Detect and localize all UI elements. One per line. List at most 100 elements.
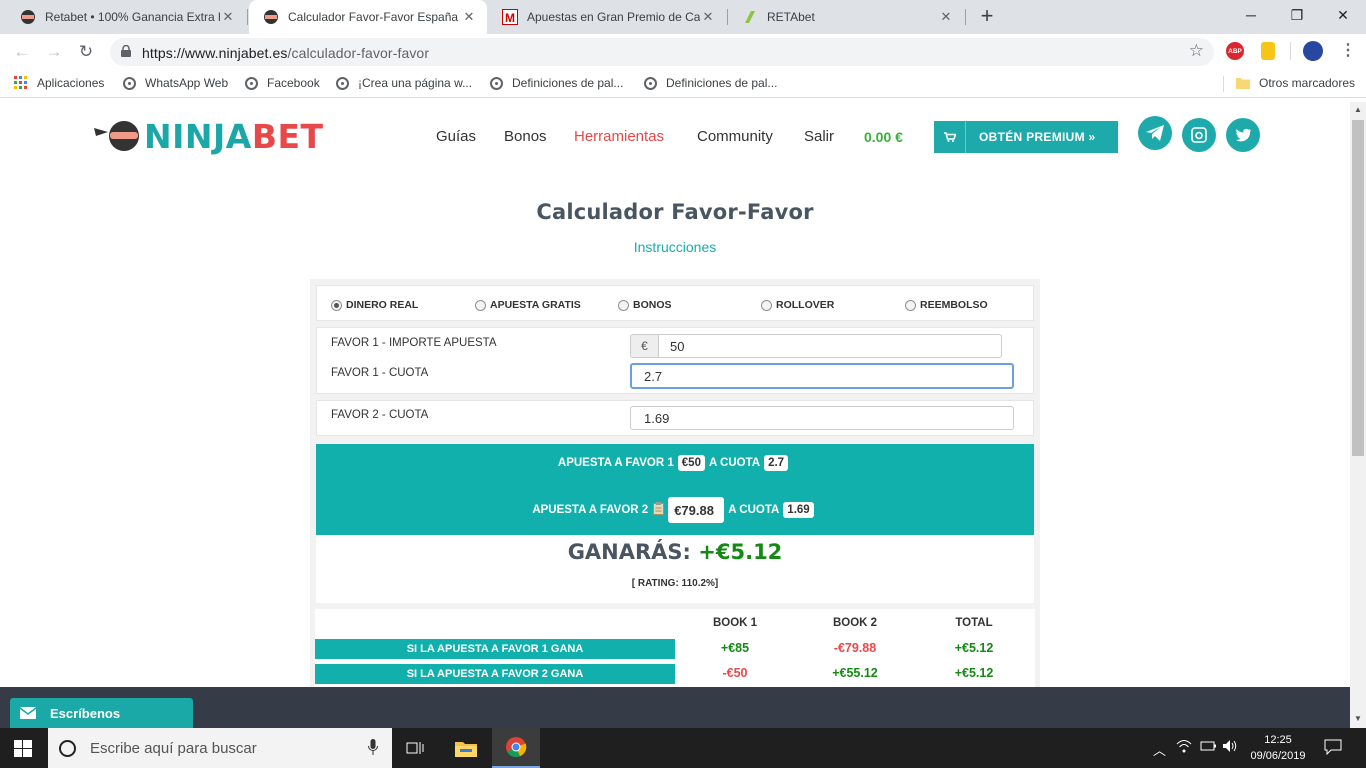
bookmark-label: ¡Crea una página w... (358, 76, 473, 90)
scroll-down-icon[interactable]: ▼ (1353, 714, 1363, 724)
twitter-icon[interactable] (1226, 118, 1260, 152)
scroll-thumb[interactable] (1352, 120, 1364, 456)
windows-start-icon[interactable] (14, 740, 32, 757)
ninjabet-favicon-icon (263, 9, 279, 25)
mode-reembolso[interactable]: REEMBOLSO (905, 299, 988, 311)
microphone-icon[interactable] (368, 738, 378, 758)
nav-guias[interactable]: Guías (436, 128, 476, 145)
radio-icon (331, 299, 342, 311)
bookmarks-divider (1223, 76, 1224, 92)
favor1-odds-label: FAVOR 1 - CUOTA (331, 367, 429, 379)
bookmark-definiciones-1[interactable]: Definiciones de pal... (489, 76, 623, 90)
favor2-odds-input[interactable]: 1.69 (630, 406, 1014, 430)
minimize-window-button[interactable]: ─ (1228, 0, 1274, 30)
nav-bonos[interactable]: Bonos (504, 128, 547, 145)
bet2-odds: 1.69 (783, 502, 814, 518)
url-path: /calculador-favor-favor (287, 45, 430, 61)
taskbar-search-box[interactable]: Escribe aquí para buscar (48, 728, 392, 768)
bet2-line: APUESTA A FAVOR 2 €79.88 A CUOTA 1.69 (316, 497, 1034, 523)
bookmark-label: Definiciones de pal... (666, 76, 778, 90)
mode-dinero-real[interactable]: DINERO REAL (331, 299, 418, 311)
results-table: BOOK 1 BOOK 2 TOTAL SI LA APUESTA A FAVO… (315, 609, 1035, 687)
reload-icon[interactable]: ↻ (76, 42, 96, 62)
clipboard-icon[interactable] (653, 502, 665, 518)
table-cell-total: +€5.12 (954, 666, 994, 680)
show-hidden-icons-icon[interactable]: ︿ (1153, 740, 1166, 759)
bookmark-star-icon[interactable]: ☆ (1189, 41, 1204, 61)
close-window-button[interactable]: ✕ (1320, 0, 1366, 30)
nav-herramientas[interactable]: Herramientas (574, 128, 664, 145)
premium-button[interactable]: OBTÉN PREMIUM » (934, 121, 1118, 153)
bookmark-otros-marcadores[interactable]: Otros marcadores (1236, 76, 1355, 90)
profile-avatar[interactable] (1303, 41, 1323, 61)
nav-community[interactable]: Community (697, 128, 773, 145)
bet2-stake[interactable]: €79.88 (668, 497, 725, 523)
file-explorer-icon[interactable] (442, 728, 490, 768)
bookmark-whatsapp[interactable]: WhatsApp Web (122, 76, 228, 90)
instructions-link[interactable]: Instrucciones (0, 239, 1350, 255)
bookmark-definiciones-2[interactable]: Definiciones de pal... (643, 76, 777, 90)
windows-taskbar: Escribe aquí para buscar ︿ 12:25 09/06/2… (0, 728, 1366, 768)
extension-icon[interactable] (1261, 42, 1275, 60)
favor1-amount-label: FAVOR 1 - IMPORTE APUESTA (331, 337, 497, 349)
mode-apuesta-gratis[interactable]: APUESTA GRATIS (475, 299, 581, 311)
notifications-icon[interactable] (1324, 739, 1342, 758)
mode-rollover[interactable]: ROLLOVER (761, 299, 834, 311)
task-view-icon[interactable] (392, 728, 440, 768)
toolbar-divider (1290, 42, 1291, 60)
account-balance: 0.00 € (864, 129, 903, 145)
bookmark-label: Definiciones de pal... (512, 76, 624, 90)
new-tab-button[interactable]: + (976, 4, 998, 30)
favor1-amount-input[interactable]: 50 (658, 334, 1002, 358)
bookmark-facebook[interactable]: Facebook (244, 76, 320, 90)
mode-label: APUESTA GRATIS (490, 299, 581, 311)
bookmarks-bar: Aplicaciones WhatsApp Web Facebook ¡Crea… (0, 70, 1366, 98)
svg-text:M: M (505, 11, 515, 25)
bet2-mid: A CUOTA (728, 504, 780, 516)
premium-label: OBTÉN PREMIUM » (979, 130, 1096, 144)
profit-value: +€5.12 (698, 540, 783, 564)
close-tab-icon[interactable]: ✕ (461, 9, 477, 25)
chrome-menu-icon[interactable]: ⋮ (1340, 40, 1356, 60)
tab-apuestas-gran-premio[interactable]: M Apuestas en Gran Premio de Can ✕ (488, 0, 726, 34)
mode-bonos[interactable]: BONOS (618, 299, 672, 311)
bookmark-crea-pagina[interactable]: ¡Crea una página w... (335, 76, 472, 90)
forward-arrow-icon[interactable]: → (44, 42, 64, 62)
header-book2: BOOK 2 (832, 617, 878, 629)
clock-time: 12:25 (1264, 734, 1292, 746)
battery-icon[interactable] (1199, 739, 1217, 756)
favor1-panel: FAVOR 1 - IMPORTE APUESTA € 50 FAVOR 1 -… (316, 327, 1034, 394)
favor1-odds-input[interactable]: 2.7 (630, 363, 1014, 389)
table-row-label: SI LA APUESTA A FAVOR 2 GANA (315, 664, 675, 684)
tab-retabet[interactable]: RETAbet ✕ (728, 0, 964, 34)
telegram-icon[interactable] (1138, 116, 1172, 150)
network-icon[interactable] (1176, 739, 1192, 756)
contact-widget-button[interactable]: Escríbenos (10, 698, 193, 728)
radio-icon (761, 299, 772, 311)
table-cell-book1: +€85 (720, 641, 750, 655)
mode-selector: DINERO REAL APUESTA GRATIS BONOS ROLLOVE… (316, 285, 1034, 321)
maximize-window-button[interactable]: ❐ (1274, 0, 1320, 30)
bookmark-label: WhatsApp Web (145, 76, 229, 90)
abp-icon[interactable]: ABP (1226, 42, 1244, 60)
page-scrollbar[interactable]: ▲ ▼ (1350, 102, 1366, 728)
close-tab-icon[interactable]: ✕ (700, 9, 716, 25)
address-bar[interactable]: https://www.ninjabet.es/calculador-favor… (110, 38, 1214, 66)
bookmark-aplicaciones[interactable]: Aplicaciones (14, 76, 104, 90)
chrome-taskbar-icon[interactable] (492, 728, 540, 768)
tab-calculador-favor-favor[interactable]: Calculador Favor-Favor España | N ✕ (249, 0, 487, 34)
nav-salir[interactable]: Salir (804, 128, 834, 145)
taskbar-clock[interactable]: 12:25 09/06/2019 (1236, 732, 1320, 764)
ninjabet-logo[interactable]: NINJA BET (94, 117, 324, 156)
close-tab-icon[interactable]: ✕ (938, 9, 954, 25)
back-arrow-icon[interactable]: ← (12, 42, 32, 62)
scroll-up-icon[interactable]: ▲ (1353, 105, 1363, 115)
bet1-prefix: APUESTA A FAVOR 1 (557, 457, 674, 469)
close-tab-icon[interactable]: ✕ (220, 9, 236, 25)
tab-title: Retabet • 100% Ganancia Extra ha (45, 10, 220, 24)
instagram-icon[interactable] (1182, 118, 1216, 152)
browser-toolbar: ← → ↻ https://www.ninjabet.es/calculador… (0, 34, 1366, 70)
tab-retabet-ganancia[interactable]: Retabet • 100% Ganancia Extra ha ✕ (6, 0, 246, 34)
table-cell-book2: +€55.12 (832, 666, 878, 680)
bet2-prefix: APUESTA A FAVOR 2 (532, 504, 649, 516)
